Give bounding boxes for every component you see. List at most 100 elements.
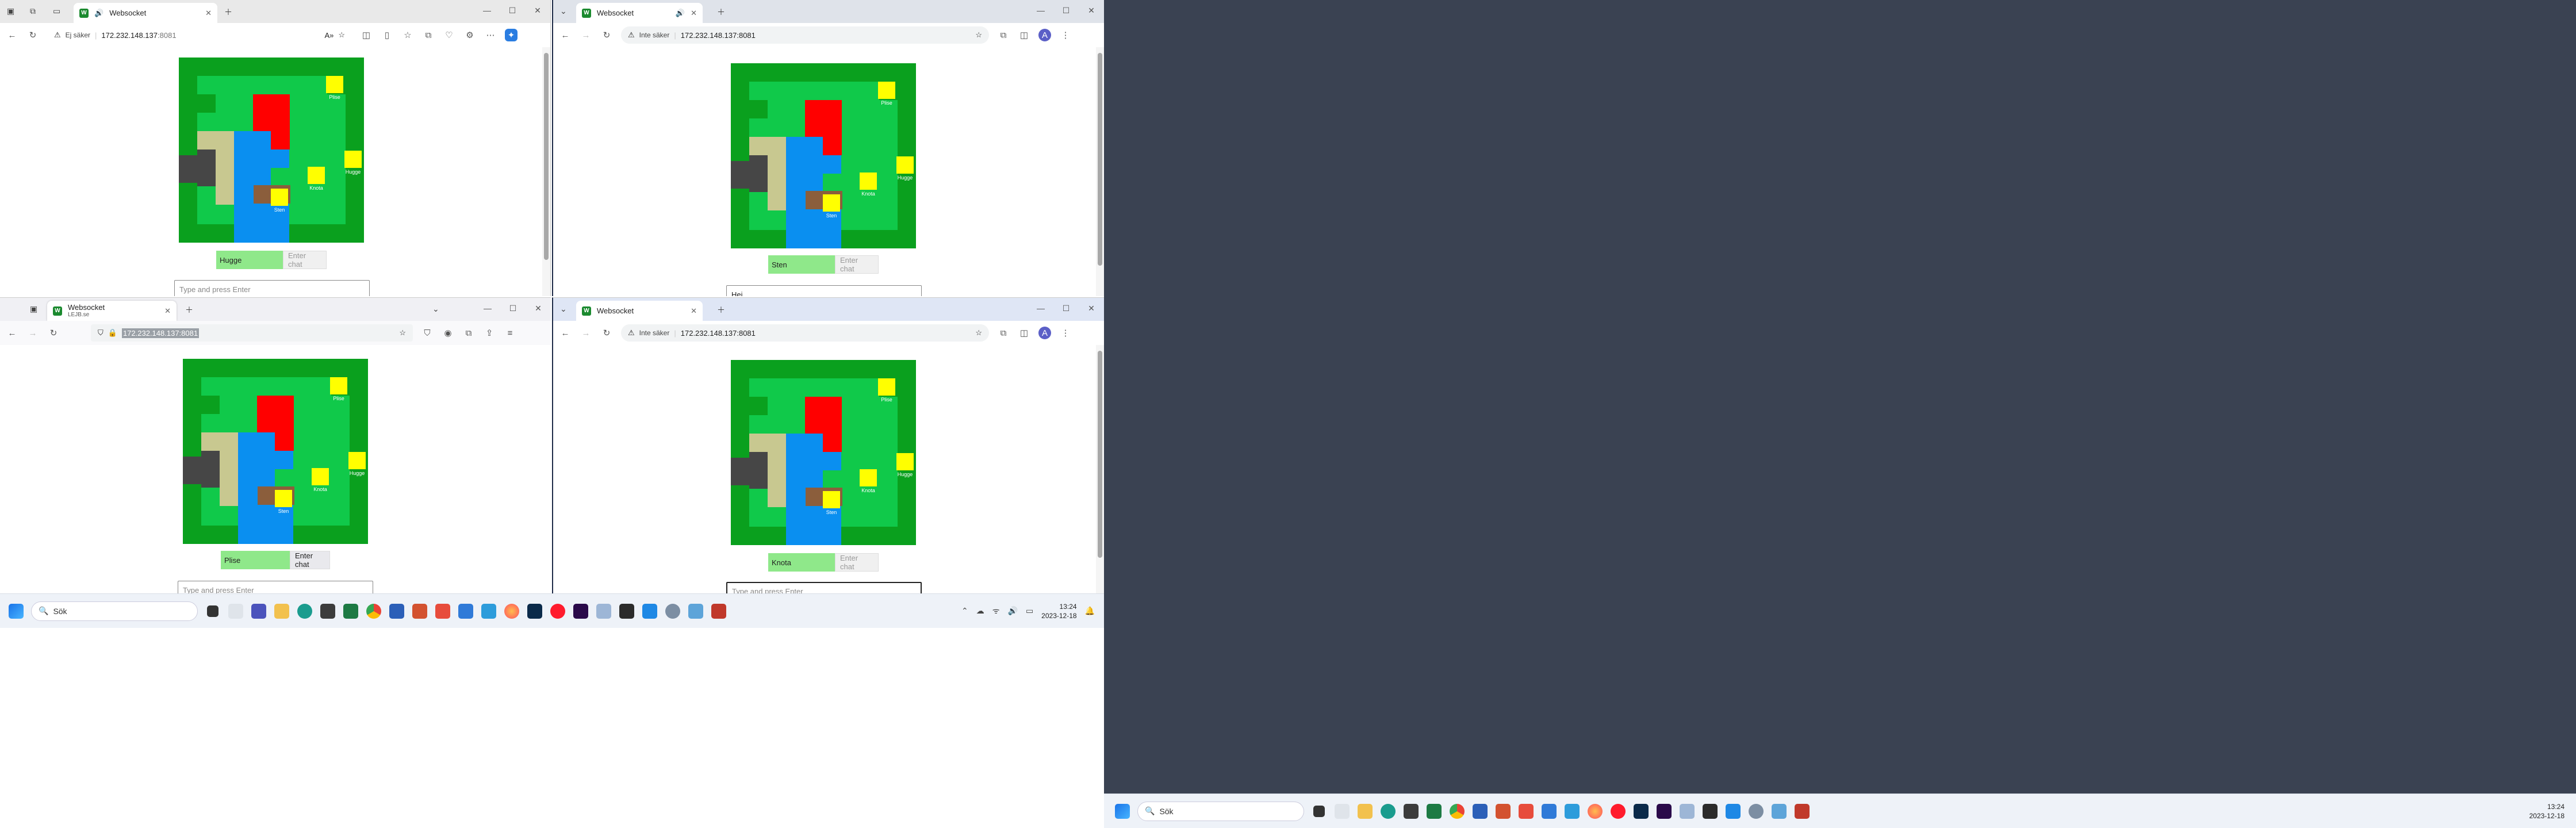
notepad-icon[interactable] [592, 600, 615, 623]
profile-avatar-icon[interactable]: A [1038, 29, 1051, 41]
extensions-icon[interactable]: ⧉ [462, 327, 475, 339]
extensions-icon[interactable]: ⧉ [997, 29, 1010, 41]
tab-websocket[interactable]: W Websocket ✕ [576, 301, 703, 321]
tab-websocket[interactable]: W Websocket 🔊 ✕ [576, 3, 703, 23]
browser-essentials-icon[interactable]: ♡ [443, 29, 455, 41]
settings-icon[interactable] [661, 600, 684, 623]
player-name-field[interactable]: Plise [221, 551, 290, 569]
reload-icon[interactable]: ↻ [600, 327, 613, 339]
enter-chat-button[interactable]: Enter chat [835, 255, 879, 274]
taskbar-search[interactable]: 🔍 Sök [31, 601, 198, 621]
back-icon[interactable]: ← [6, 327, 18, 339]
battery-icon[interactable]: ▭ [1026, 606, 1033, 616]
vertical-tabs-icon[interactable]: ▭ [53, 6, 60, 16]
address-bar[interactable]: ⚠ Inte säker | 172.232.148.137:8081 ☆ [621, 26, 989, 44]
notifications-icon[interactable]: 🔔 [1085, 606, 1095, 616]
widgets-icon[interactable] [224, 600, 247, 623]
tab-websocket[interactable]: W Websocket LEJB.se ✕ [47, 301, 177, 321]
premiere-icon[interactable] [569, 600, 592, 623]
minimize-icon[interactable]: — [1028, 298, 1053, 319]
back-icon[interactable]: ← [6, 29, 18, 41]
scrollbar[interactable] [1096, 47, 1104, 296]
forward-icon[interactable]: → [26, 327, 39, 339]
read-aloud-icon[interactable]: A» [324, 31, 334, 40]
reload-icon[interactable]: ↻ [47, 327, 60, 339]
office-icon[interactable] [1515, 800, 1538, 823]
tab-actions-icon[interactable]: ⧉ [30, 6, 36, 16]
start-button[interactable] [1111, 800, 1134, 823]
store-icon[interactable] [477, 600, 500, 623]
calculator-icon[interactable] [1400, 800, 1423, 823]
azure-icon[interactable] [454, 600, 477, 623]
menu-icon[interactable]: ⋮ [1059, 327, 1072, 339]
forward-icon[interactable]: → [580, 29, 592, 41]
word-icon[interactable] [385, 600, 408, 623]
chrome-icon[interactable] [1446, 800, 1469, 823]
filezilla-icon[interactable] [707, 600, 730, 623]
menu-icon[interactable]: ≡ [504, 327, 516, 339]
firefox-icon[interactable] [500, 600, 523, 623]
close-tab-icon[interactable]: ✕ [164, 306, 171, 316]
close-tab-icon[interactable]: ✕ [205, 9, 212, 18]
photoshop-icon[interactable] [523, 600, 546, 623]
enter-chat-button[interactable]: Enter chat [283, 251, 327, 269]
favorites-icon[interactable]: ☆ [401, 29, 414, 41]
new-tab-icon[interactable]: ＋ [717, 304, 725, 316]
office-icon[interactable] [431, 600, 454, 623]
chat-input[interactable]: Type and press Enter [178, 581, 373, 593]
minimize-icon[interactable]: — [1028, 0, 1053, 21]
sidebar-icon[interactable]: ▯ [381, 29, 393, 41]
opera-icon[interactable] [546, 600, 569, 623]
powerpoint-icon[interactable] [408, 600, 431, 623]
tray-overflow-icon[interactable]: ⌃ [961, 606, 968, 616]
reload-icon[interactable]: ↻ [600, 29, 613, 41]
opera-icon[interactable] [1607, 800, 1630, 823]
reload-icon[interactable]: ↻ [26, 29, 39, 41]
close-icon[interactable]: ✕ [1079, 298, 1104, 319]
player-name-field[interactable]: Hugge [216, 251, 283, 269]
maximize-icon[interactable]: ☐ [1053, 0, 1079, 21]
scrollbar[interactable] [542, 47, 550, 296]
terminal-icon[interactable] [615, 600, 638, 623]
favorite-star-icon[interactable]: ☆ [338, 30, 345, 40]
workspaces-icon[interactable]: ▣ [7, 6, 14, 16]
address-bar[interactable]: ⚠ Ej säker | 172.232.148.137:8081 A» ☆ [47, 26, 352, 44]
file-explorer-icon[interactable] [270, 600, 293, 623]
close-tab-icon[interactable]: ✕ [691, 9, 697, 18]
volume-icon[interactable]: 🔊 [1008, 606, 1018, 616]
close-tab-icon[interactable]: ✕ [691, 306, 697, 316]
copilot-icon[interactable]: ✦ [505, 29, 518, 41]
address-bar[interactable]: ⚠ Inte säker | 172.232.148.137:8081 ☆ [621, 324, 989, 342]
edge-icon[interactable] [293, 600, 316, 623]
filezilla-icon[interactable] [1791, 800, 1814, 823]
task-view-icon[interactable] [1308, 800, 1331, 823]
account-icon[interactable]: ◉ [442, 327, 454, 339]
new-tab-icon[interactable]: ＋ [224, 6, 232, 18]
close-icon[interactable]: ✕ [525, 0, 550, 21]
azure-icon[interactable] [1538, 800, 1561, 823]
enter-chat-button[interactable]: Enter chat [835, 553, 879, 572]
onedrive-icon[interactable]: ☁ [976, 606, 984, 616]
tab-audio-icon[interactable]: 🔊 [676, 9, 685, 18]
extensions-icon[interactable]: ⚙ [463, 29, 476, 41]
split-screen-icon[interactable]: ◫ [360, 29, 373, 41]
close-icon[interactable]: ✕ [526, 298, 551, 319]
db-browser-icon[interactable] [684, 600, 707, 623]
tab-search-icon[interactable]: ⌄ [560, 6, 567, 16]
chrome-icon[interactable] [362, 600, 385, 623]
file-explorer-icon[interactable] [1354, 800, 1377, 823]
firefox-view-icon[interactable]: ▣ [30, 304, 37, 314]
teams-icon[interactable] [247, 600, 270, 623]
pocket-icon[interactable]: ⛉ [421, 327, 434, 339]
photoshop-icon[interactable] [1630, 800, 1653, 823]
player-name-field[interactable]: Knota [768, 553, 835, 572]
scrollbar-thumb[interactable] [1098, 351, 1102, 558]
wifi-icon[interactable]: ᯤ [992, 605, 1000, 616]
back-icon[interactable]: ← [559, 327, 572, 339]
task-view-icon[interactable] [201, 600, 224, 623]
clock[interactable]: 13:24 2023-12-18 [2529, 802, 2564, 821]
close-icon[interactable]: ✕ [1079, 0, 1104, 21]
enter-chat-button[interactable]: Enter chat [290, 551, 330, 569]
excel-icon[interactable] [339, 600, 362, 623]
store-icon[interactable] [1561, 800, 1584, 823]
